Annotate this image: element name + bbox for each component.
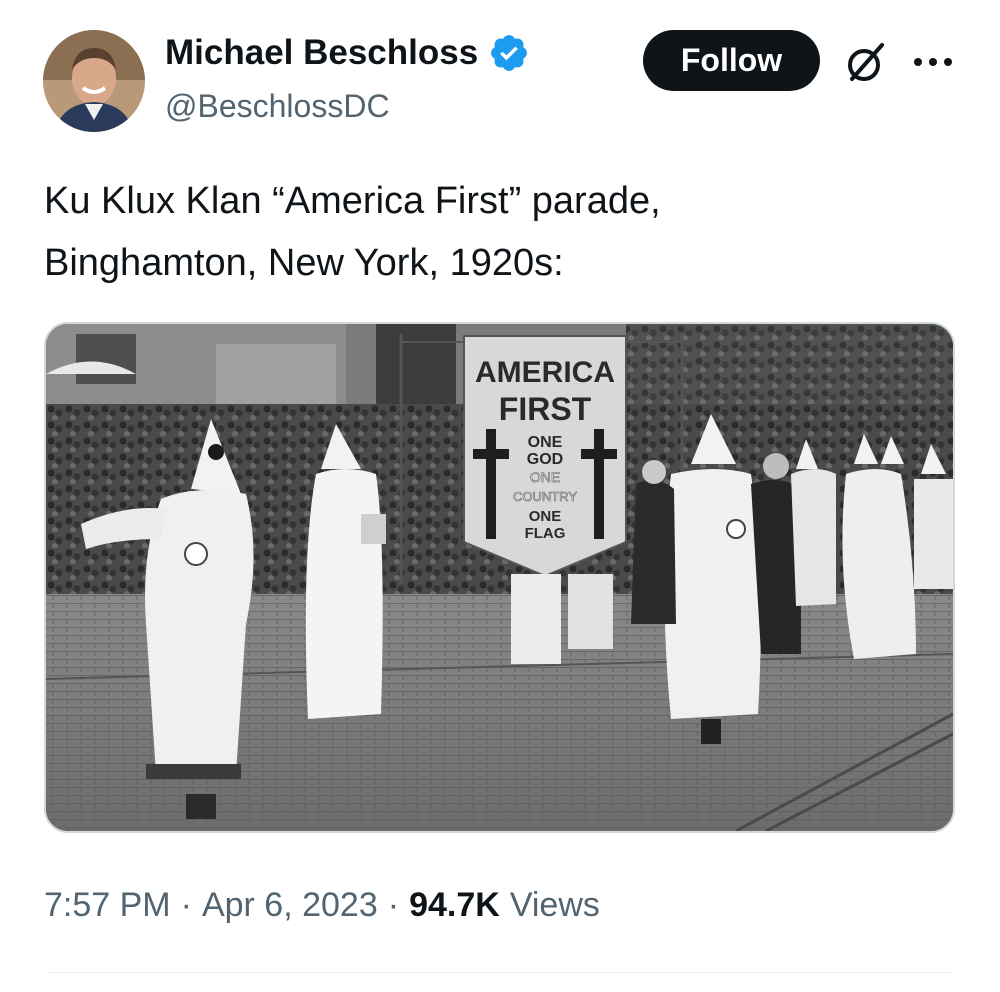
tweet-time[interactable]: 7:57 PM <box>44 880 171 930</box>
more-dots-icon[interactable] <box>912 52 954 72</box>
parade-photo: AMERICA FIRST ONE GOD ONE COUNTRY ONE FL… <box>46 324 953 831</box>
banner-line-country: COUNTRY <box>513 489 577 504</box>
banner-line-god: GOD <box>527 451 563 468</box>
avatar[interactable] <box>43 30 145 132</box>
banner-line-america: AMERICA <box>475 356 615 389</box>
tweet-date[interactable]: Apr 6, 2023 <box>202 880 378 930</box>
follow-button[interactable]: Follow <box>643 30 820 91</box>
author-name-row[interactable]: Michael Beschloss <box>165 30 530 76</box>
views-count: 94.7K <box>409 886 500 924</box>
meta-separator: · <box>387 886 400 924</box>
banner-line-one-1: ONE <box>528 434 563 451</box>
tweet-text-line-1: Ku Klux Klan “America First” parade, <box>44 180 661 222</box>
tweet-text-line-2: Binghamton, New York, 1920s: <box>44 242 564 284</box>
banner-line-one-2: ONE <box>530 469 560 485</box>
banner-line-one-3: ONE <box>529 508 562 525</box>
divider <box>44 972 955 973</box>
avatar-photo <box>43 30 145 132</box>
author-display-name[interactable]: Michael Beschloss <box>165 30 478 76</box>
banner-line-first: FIRST <box>499 391 592 427</box>
tweet-photo[interactable]: AMERICA FIRST ONE GOD ONE COUNTRY ONE FL… <box>44 322 955 833</box>
author-handle[interactable]: @BeschlossDC <box>165 84 390 128</box>
grok-icon[interactable] <box>843 40 889 86</box>
tweet-meta: 7:57 PM · Apr 6, 2023 · 94.7K Views <box>44 880 600 930</box>
verified-badge-icon <box>491 35 528 71</box>
meta-separator: · <box>180 886 192 924</box>
tweet-text: Ku Klux Klan “America First” parade, Bin… <box>44 170 944 294</box>
banner-line-flag: FLAG <box>525 525 566 542</box>
views-label: Views <box>509 886 600 924</box>
